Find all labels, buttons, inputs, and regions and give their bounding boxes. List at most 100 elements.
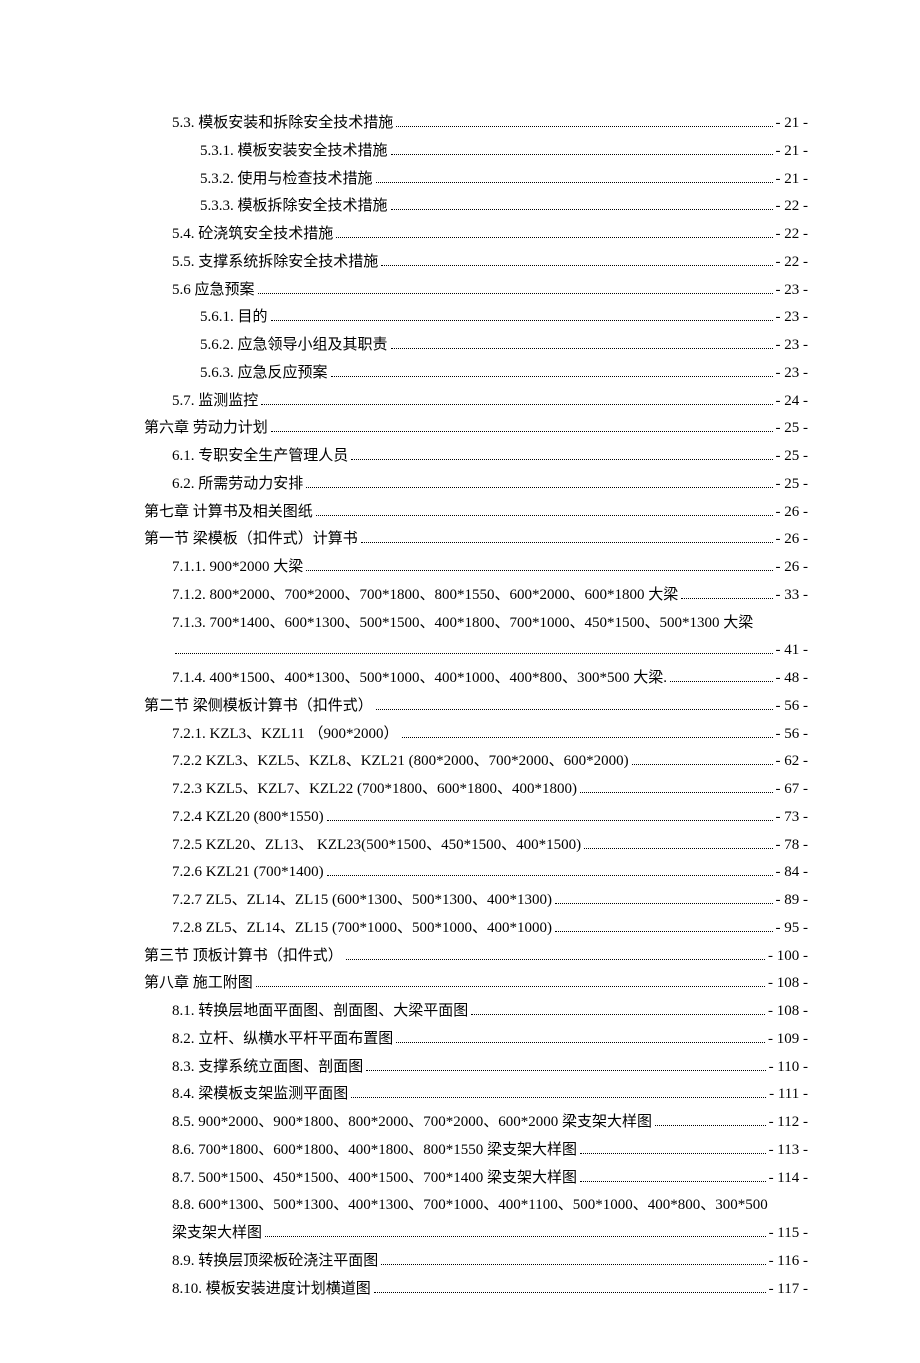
- toc-entry-page: - 112 -: [769, 1109, 808, 1135]
- toc-entry-page: - 21 -: [776, 166, 809, 192]
- toc-leader-dots: [336, 225, 772, 239]
- toc-entry-label: 第七章 计算书及相关图纸: [144, 499, 313, 525]
- toc-entry-page: - 21 -: [776, 138, 809, 164]
- toc-entry-label: 7.2.1. KZL3、KZL11 （900*2000）: [172, 721, 399, 747]
- toc-entry-page: - 33 -: [776, 582, 809, 608]
- toc-entry-label: 8.8. 600*1300、500*1300、400*1300、700*1000…: [172, 1192, 768, 1218]
- toc-entry: 8.5. 900*2000、900*1800、800*2000、700*2000…: [144, 1109, 808, 1135]
- toc-entry-page: - 26 -: [776, 526, 809, 552]
- toc-entry-label: 7.2.4 KZL20 (800*1550): [172, 804, 324, 830]
- toc-entry-label: 7.2.2 KZL3、KZL5、KZL8、KZL21 (800*2000、700…: [172, 748, 629, 774]
- toc-entry-page: - 108 -: [768, 998, 808, 1024]
- toc-entry-label: 第一节 梁模板（扣件式）计算书: [144, 526, 358, 552]
- toc-entry-page: - 100 -: [768, 943, 808, 969]
- toc-leader-dots: [580, 780, 773, 794]
- toc-entry-page: - 25 -: [776, 471, 809, 497]
- toc-entry: 7.2.8 ZL5、ZL14、ZL15 (700*1000、500*1000、4…: [144, 915, 808, 941]
- toc-entry: 7.2.6 KZL21 (700*1400) - 84 -: [144, 859, 808, 885]
- toc-leader-dots: [306, 558, 772, 572]
- toc-entry: 7.1.2. 800*2000、700*2000、700*1800、800*15…: [144, 582, 808, 608]
- toc-entry-page: - 24 -: [776, 388, 809, 414]
- toc-entry-label: 第三节 顶板计算书（扣件式）: [144, 943, 343, 969]
- toc-leader-dots: [580, 1168, 766, 1182]
- toc-entry-page: - 95 -: [776, 915, 809, 941]
- toc-entry-label: 7.1.4. 400*1500、400*1300、500*1000、400*10…: [172, 665, 667, 691]
- toc-entry-page: - 26 -: [776, 499, 809, 525]
- toc-leader-dots: [391, 336, 773, 350]
- toc-leader-dots: [316, 502, 773, 516]
- toc-entry-page: - 111 -: [769, 1081, 808, 1107]
- toc-entry: 8.2. 立杆、纵横水平杆平面布置图- 109 -: [144, 1026, 808, 1052]
- toc-entry: 7.2.3 KZL5、KZL7、KZL22 (700*1800、600*1800…: [144, 776, 808, 802]
- toc-entry-label: 8.4. 梁模板支架监测平面图: [172, 1081, 348, 1107]
- toc-leader-dots: [391, 141, 773, 155]
- toc-entry: 8.1. 转换层地面平面图、剖面图、大梁平面图 - 108 -: [144, 998, 808, 1024]
- toc-entry: 8.6. 700*1800、600*1800、400*1800、800*1550…: [144, 1137, 808, 1163]
- toc-leader-dots: [265, 1224, 766, 1238]
- toc-leader-dots: [376, 169, 773, 183]
- toc-entry-page: - 109 -: [768, 1026, 808, 1052]
- toc-entry-page: - 117 -: [769, 1276, 808, 1302]
- toc-entry-page: - 110 -: [769, 1054, 808, 1080]
- toc-leader-dots: [261, 391, 772, 405]
- toc-entry-label: 7.2.6 KZL21 (700*1400): [172, 859, 324, 885]
- toc-entry-label: 7.2.3 KZL5、KZL7、KZL22 (700*1800、600*1800…: [172, 776, 577, 802]
- toc-entry-page: - 62 -: [776, 748, 809, 774]
- toc-leader-dots: [306, 474, 772, 488]
- toc-entry-page: - 23 -: [776, 360, 809, 386]
- toc-leader-dots: [396, 114, 772, 128]
- toc-entry-page: - 114 -: [769, 1165, 808, 1191]
- toc-entry-label: 8.6. 700*1800、600*1800、400*1800、800*1550…: [172, 1137, 577, 1163]
- toc-leader-dots: [584, 835, 772, 849]
- toc-entry: 第二节 梁侧模板计算书（扣件式） - 56 -: [144, 693, 808, 719]
- toc-entry: 6.2. 所需劳动力安排 - 25 -: [144, 471, 808, 497]
- toc-entry-label: 第八章 施工附图: [144, 970, 253, 996]
- toc-entry-page: - 89 -: [776, 887, 809, 913]
- toc-leader-dots: [271, 308, 773, 322]
- toc-entry: 5.6.1. 目的- 23 -: [144, 304, 808, 330]
- toc-entry: 5.6.2. 应急领导小组及其职责- 23 -: [144, 332, 808, 358]
- toc-leader-dots: [376, 696, 773, 710]
- toc-entry: 8.10. 模板安装进度计划横道图 - 117 -: [144, 1276, 808, 1302]
- toc-entry-label: 8.9. 转换层顶梁板砼浇注平面图: [172, 1248, 378, 1274]
- toc-entry-page: - 56 -: [776, 693, 809, 719]
- toc-leader-dots: [670, 669, 772, 683]
- toc-entry-page: - 22 -: [776, 193, 809, 219]
- toc-entry-page: - 115 -: [769, 1220, 808, 1246]
- toc-entry-label: 8.10. 模板安装进度计划横道图: [172, 1276, 371, 1302]
- toc-entry: 5.3.2. 使用与检查技术措施- 21 -: [144, 166, 808, 192]
- toc-entry-page: - 22 -: [776, 221, 809, 247]
- toc-entry-label: 8.7. 500*1500、450*1500、400*1500、700*1400…: [172, 1165, 577, 1191]
- toc-entry: 第一节 梁模板（扣件式）计算书 - 26 -: [144, 526, 808, 552]
- toc-entry: 5.3.3. 模板拆除安全技术措施- 22 -: [144, 193, 808, 219]
- toc-leader-dots: [471, 1002, 765, 1016]
- toc-entry-page: - 25 -: [776, 415, 809, 441]
- toc-entry-page: - 67 -: [776, 776, 809, 802]
- toc-entry: 第七章 计算书及相关图纸 - 26 -: [144, 499, 808, 525]
- toc-entry: - 41 -: [144, 637, 808, 663]
- toc-entry: 7.2.4 KZL20 (800*1550) - 73 -: [144, 804, 808, 830]
- table-of-contents: 5.3. 模板安装和拆除安全技术措施- 21 -5.3.1. 模板安装安全技术措…: [144, 110, 808, 1302]
- toc-entry-page: - 84 -: [776, 859, 809, 885]
- toc-entry-label: 6.2. 所需劳动力安排: [172, 471, 303, 497]
- toc-entry-label: 5.3. 模板安装和拆除安全技术措施: [172, 110, 393, 136]
- toc-entry-page: - 108 -: [768, 970, 808, 996]
- toc-entry-label: 第二节 梁侧模板计算书（扣件式）: [144, 693, 373, 719]
- toc-leader-dots: [655, 1113, 766, 1127]
- toc-entry: 8.4. 梁模板支架监测平面图 - 111 -: [144, 1081, 808, 1107]
- toc-leader-dots: [256, 974, 765, 988]
- toc-entry-page: - 73 -: [776, 804, 809, 830]
- toc-entry-label: 8.1. 转换层地面平面图、剖面图、大梁平面图: [172, 998, 468, 1024]
- toc-leader-dots: [327, 807, 773, 821]
- toc-entry-label: 8.3. 支撑系统立面图、剖面图: [172, 1054, 363, 1080]
- toc-leader-dots: [391, 197, 773, 211]
- toc-entry: 7.2.2 KZL3、KZL5、KZL8、KZL21 (800*2000、700…: [144, 748, 808, 774]
- toc-entry-label: 7.2.8 ZL5、ZL14、ZL15 (700*1000、500*1000、4…: [172, 915, 552, 941]
- toc-leader-dots: [175, 641, 773, 655]
- toc-entry: 5.4. 砼浇筑安全技术措施- 22 -: [144, 221, 808, 247]
- toc-entry: 7.1.4. 400*1500、400*1300、500*1000、400*10…: [144, 665, 808, 691]
- toc-entry: 5.3. 模板安装和拆除安全技术措施- 21 -: [144, 110, 808, 136]
- toc-leader-dots: [351, 1085, 766, 1099]
- toc-leader-dots: [681, 585, 772, 599]
- toc-leader-dots: [351, 447, 772, 461]
